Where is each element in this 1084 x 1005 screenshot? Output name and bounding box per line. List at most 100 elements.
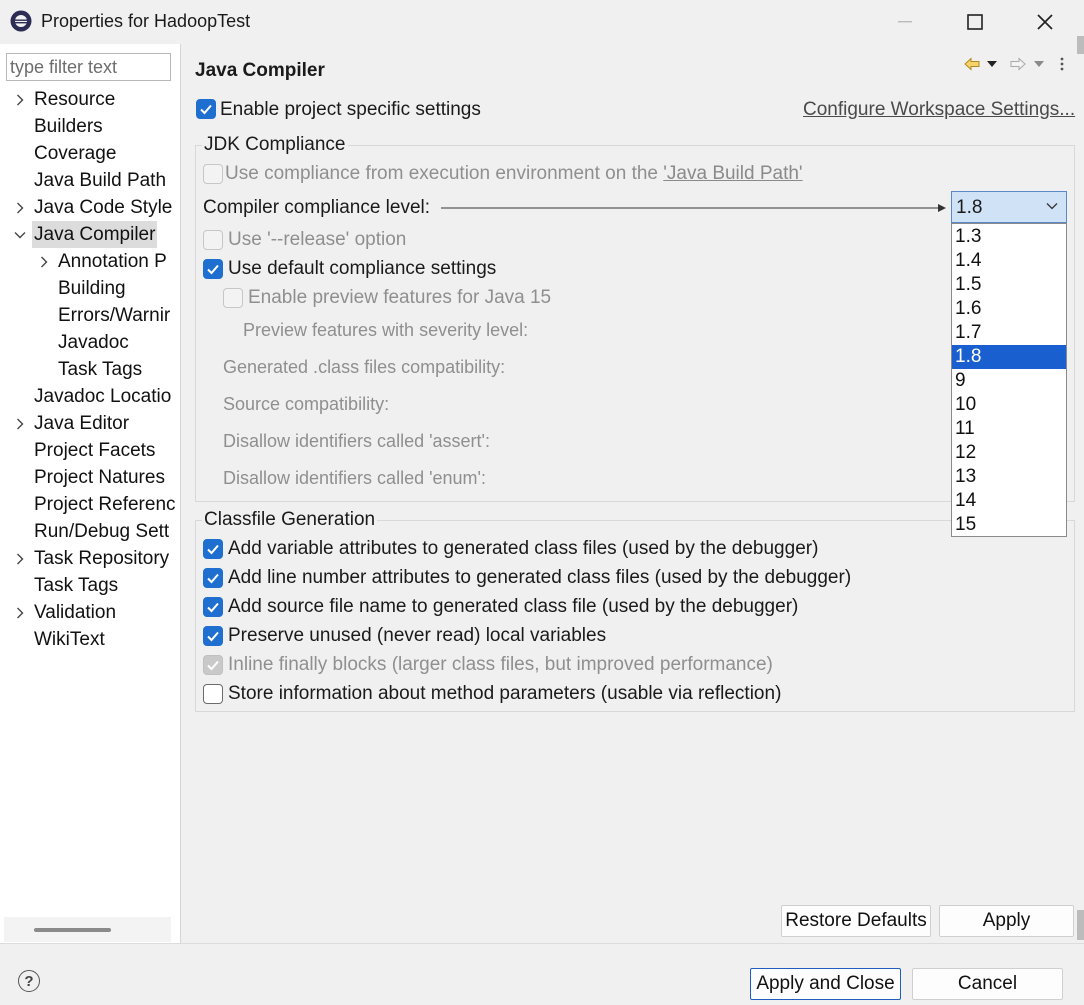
help-icon[interactable]: ? <box>18 970 40 992</box>
scrollbar-thumb[interactable] <box>34 928 111 932</box>
title-bar: Properties for HadoopTest <box>0 0 1084 44</box>
check-icon <box>207 660 219 671</box>
enable-specific-label: Enable project specific settings <box>220 99 481 120</box>
forward-button[interactable] <box>1010 54 1026 74</box>
chevron-down-icon <box>1034 61 1044 67</box>
java-build-path-link[interactable]: 'Java Build Path' <box>663 163 802 184</box>
chevron-right-icon[interactable] <box>13 599 27 626</box>
properties-page: Java Compiler Enable project specific se… <box>182 44 1084 943</box>
source-compat-label: Source compatibility: <box>223 394 390 414</box>
classfile-option-checkbox[interactable] <box>203 684 223 704</box>
generated-compat-label: Generated .class files compatibility: <box>223 357 506 377</box>
check-icon <box>207 573 219 584</box>
compliance-option[interactable]: 12 <box>952 441 1066 465</box>
dialog-footer: ? Apply and Close Cancel <box>0 943 1084 1005</box>
classfile-option-checkbox[interactable] <box>203 597 223 617</box>
maximize-button[interactable] <box>940 0 1010 44</box>
tree-item-label: Project Facets <box>34 440 156 461</box>
configure-workspace-link[interactable]: Configure Workspace Settings... <box>803 99 1075 121</box>
forward-dropdown-button[interactable] <box>1033 54 1045 74</box>
chevron-right-icon[interactable] <box>13 545 27 572</box>
compliance-level-dropdown[interactable]: 1.3 1.4 1.5 1.6 1.7 1.8 9 10 11 12 13 14 15 <box>951 223 1067 537</box>
tree-item-label: Project Natures <box>34 467 165 488</box>
compliance-option[interactable]: 13 <box>952 465 1066 489</box>
restore-defaults-button[interactable]: Restore Defaults <box>781 905 931 937</box>
check-icon <box>207 602 219 613</box>
compliance-option[interactable]: 1.8 <box>952 345 1066 369</box>
horizontal-scrollbar[interactable] <box>4 917 171 942</box>
chevron-right-icon[interactable] <box>13 194 27 221</box>
close-button[interactable] <box>1010 0 1080 44</box>
back-arrow-icon <box>964 57 980 71</box>
compliance-option[interactable]: 1.6 <box>952 297 1066 321</box>
classfile-option-checkbox[interactable] <box>203 568 223 588</box>
tree-item-label: Validation <box>34 602 117 623</box>
compliance-option[interactable]: 10 <box>952 393 1066 417</box>
back-dropdown-button[interactable] <box>986 54 998 74</box>
enum-label: Disallow identifiers called 'enum': <box>223 468 486 488</box>
tree-item-label: Java Editor <box>34 413 130 434</box>
check-icon <box>200 104 212 115</box>
release-option-label: Use '--release' option <box>228 229 407 250</box>
vertical-scrollbar-top[interactable] <box>1077 36 1084 54</box>
tree-item-label: Run/Debug Sett <box>34 521 170 542</box>
apply-and-close-button[interactable]: Apply and Close <box>750 968 901 1000</box>
compliance-option[interactable]: 14 <box>952 489 1066 513</box>
classfile-option-label: Preserve unused (never read) local varia… <box>228 625 607 646</box>
minimize-icon <box>898 21 912 23</box>
classfile-option-label: Add line number attributes to generated … <box>228 567 852 588</box>
classfile-option-label: Add variable attributes to generated cla… <box>228 538 819 559</box>
tree-item-label: Java Build Path <box>34 170 167 191</box>
tree-item-label: Task Tags <box>34 575 119 596</box>
default-compliance-checkbox[interactable] <box>203 259 223 279</box>
compliance-option[interactable]: 1.3 <box>952 225 1066 249</box>
tree-item-label: Resource <box>34 89 116 110</box>
compliance-option[interactable]: 9 <box>952 369 1066 393</box>
classfile-option-checkbox[interactable] <box>203 655 223 675</box>
compliance-option[interactable]: 1.4 <box>952 249 1066 273</box>
preview-features-checkbox[interactable] <box>223 288 243 308</box>
default-compliance-label: Use default compliance settings <box>228 258 497 279</box>
use-env-checkbox[interactable] <box>203 164 223 184</box>
back-button[interactable] <box>964 54 980 74</box>
filter-input[interactable] <box>6 53 171 81</box>
compliance-option[interactable]: 1.5 <box>952 273 1066 297</box>
tree-item-label: Builders <box>34 116 103 137</box>
apply-button[interactable]: Apply <box>939 905 1074 937</box>
cancel-button[interactable]: Cancel <box>912 968 1063 1000</box>
chevron-down-icon[interactable] <box>13 221 27 248</box>
enable-specific-checkbox[interactable] <box>196 99 216 119</box>
assert-label: Disallow identifiers called 'assert': <box>223 431 490 451</box>
close-icon <box>1037 14 1053 30</box>
compliance-option[interactable]: 11 <box>952 417 1066 441</box>
chevron-right-icon[interactable] <box>13 410 27 437</box>
eclipse-app-icon <box>9 9 33 33</box>
minimize-button[interactable] <box>870 0 940 44</box>
tree-item-label: WikiText <box>34 629 105 650</box>
tree-item-label: Task Tags <box>58 359 143 380</box>
chevron-right-icon[interactable] <box>13 86 27 113</box>
vertical-scrollbar-bottom[interactable] <box>1077 910 1084 940</box>
tree-item-label: Annotation P <box>58 251 167 272</box>
compliance-option[interactable]: 15 <box>952 513 1066 537</box>
page-title: Java Compiler <box>195 60 325 81</box>
maximize-icon <box>967 14 983 30</box>
chevron-down-icon <box>987 61 997 67</box>
tree-item-label: Project Referenc <box>34 494 176 515</box>
compliance-level-combo[interactable]: 1.8 <box>951 191 1067 223</box>
compliance-option[interactable]: 1.7 <box>952 321 1066 345</box>
tree-item-label: Task Repository <box>34 548 170 569</box>
chevron-right-icon[interactable] <box>37 248 51 275</box>
classfile-option-checkbox[interactable] <box>203 626 223 646</box>
tree-item-label: Javadoc Locatio <box>34 386 172 407</box>
chevron-down-icon <box>1046 203 1058 210</box>
check-icon <box>207 631 219 642</box>
release-option-checkbox[interactable] <box>203 230 223 250</box>
view-menu-button[interactable] <box>1059 54 1065 74</box>
tree-item-label: Java Code Style <box>34 197 173 218</box>
classfile-option-checkbox[interactable] <box>203 539 223 559</box>
use-env-text: Use compliance from execution environmen… <box>225 163 664 184</box>
preview-features-label: Enable preview features for Java 15 <box>248 287 552 308</box>
tree-item-label: Errors/Warnir <box>58 305 171 326</box>
window-title: Properties for HadoopTest <box>41 11 251 31</box>
